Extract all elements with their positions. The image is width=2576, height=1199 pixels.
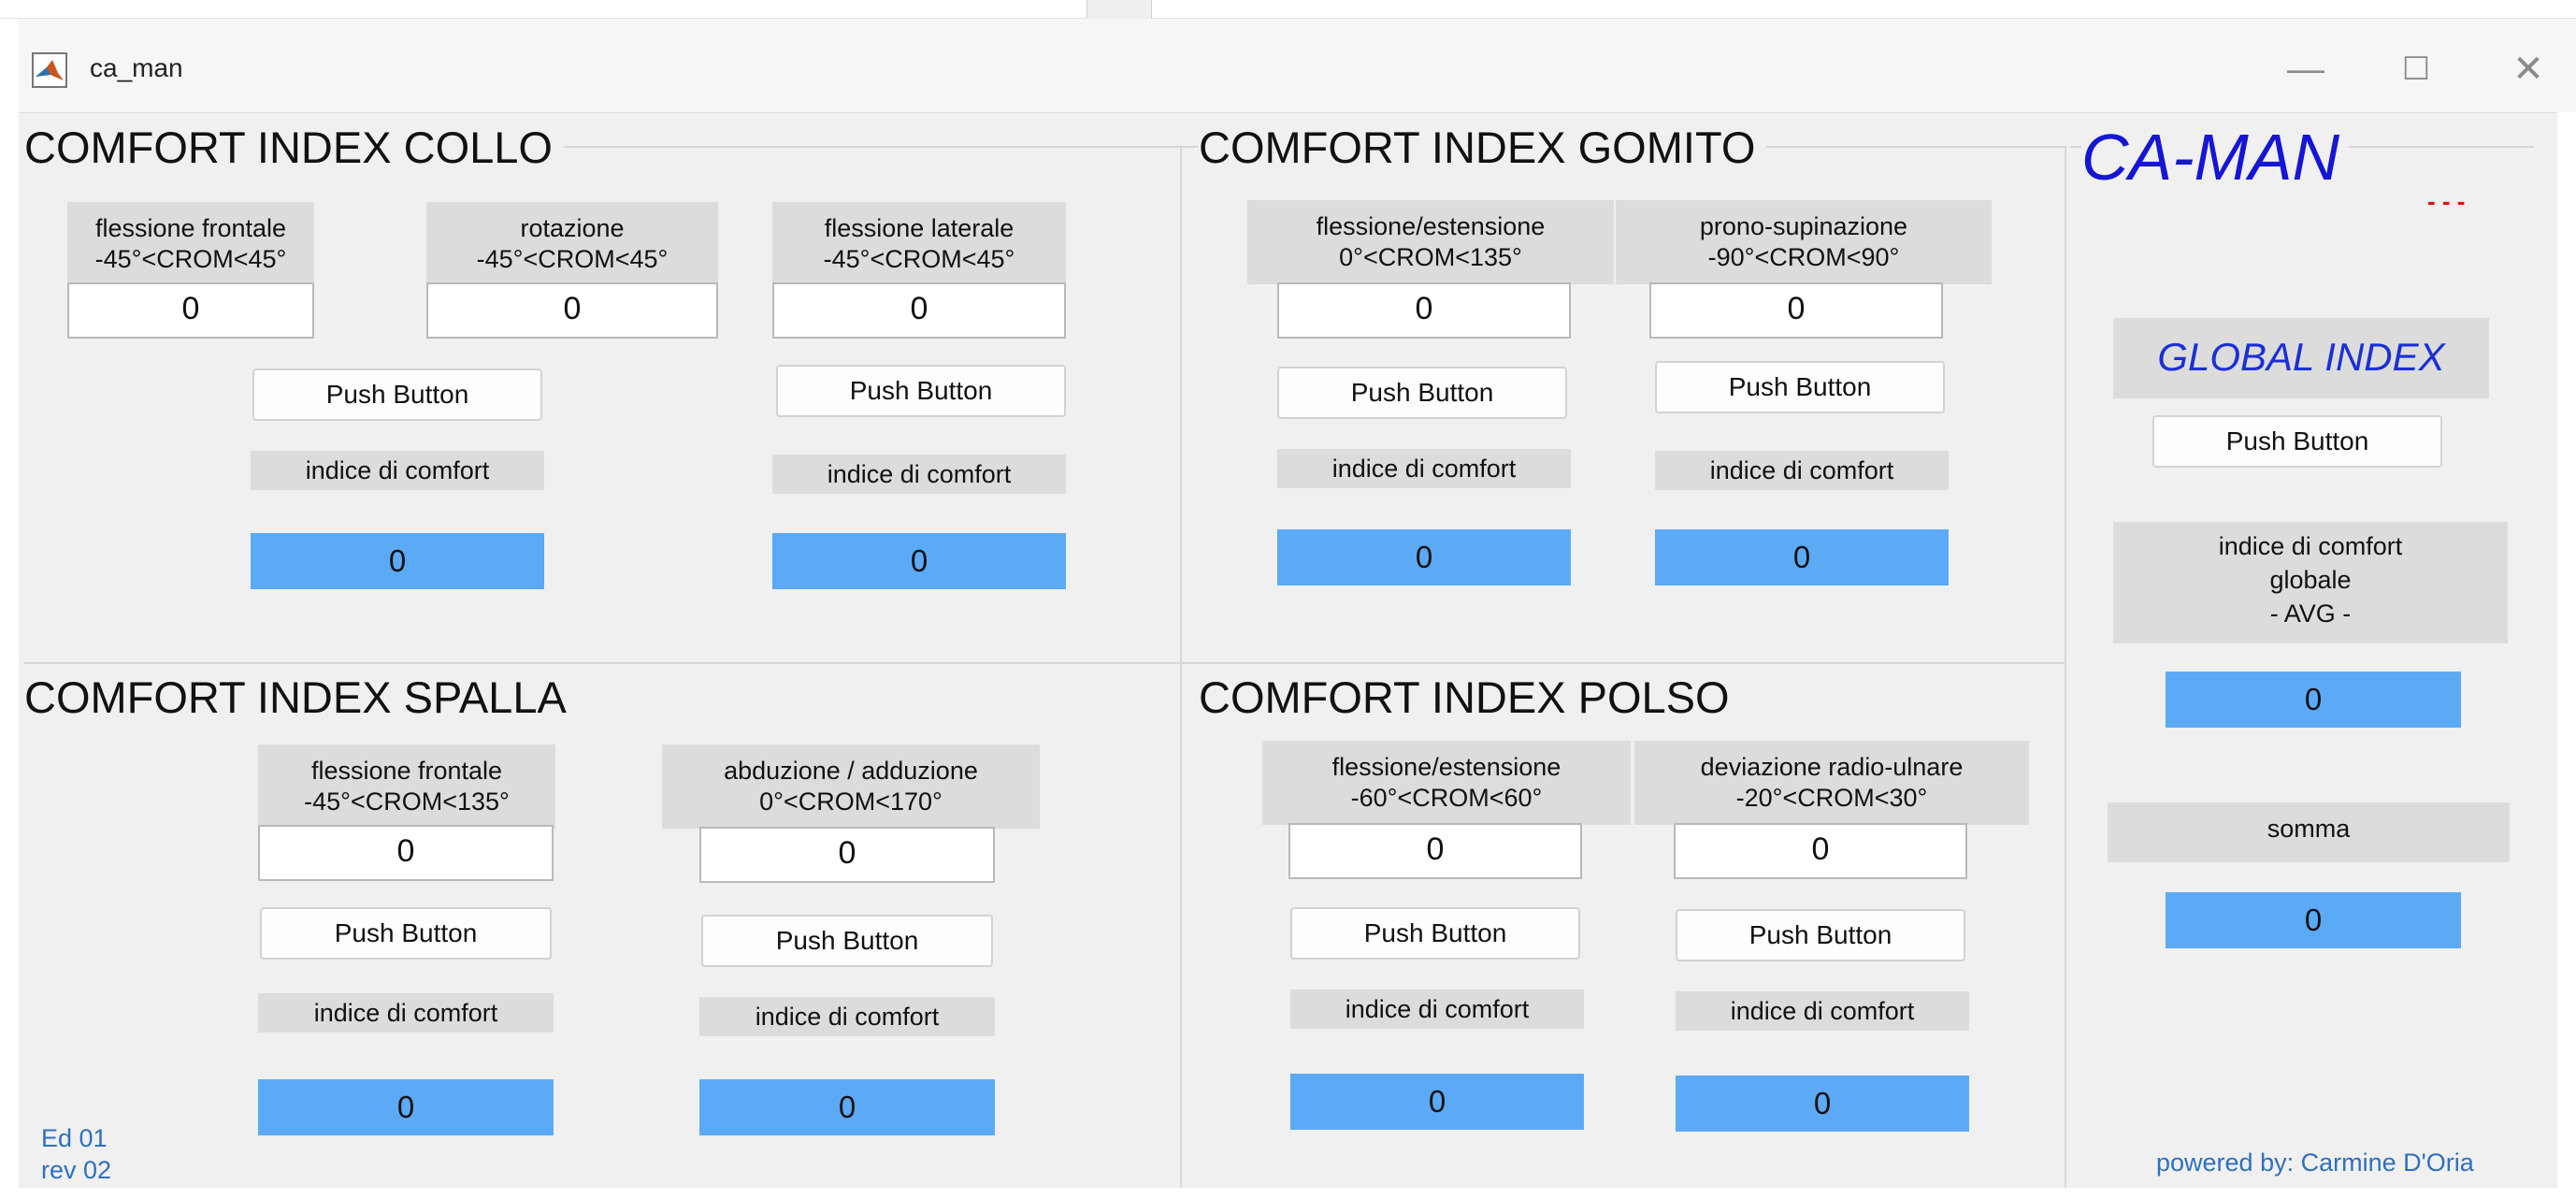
somma-label: somma [2108, 802, 2510, 862]
field-label-line: prono-supinazione [1699, 212, 1908, 240]
field-range: -45°<CROM<45° [94, 245, 287, 273]
gomito-index-value-1: 0 [1277, 529, 1571, 585]
polso-index-value-2: 0 [1676, 1076, 1969, 1132]
field-label-line: abduzione / adduzione [724, 757, 978, 785]
field-range: -45°<CROM<45° [476, 245, 669, 273]
collo-flessione-frontale-input[interactable]: 0 [67, 282, 314, 339]
decorative-mark: - - - [2427, 187, 2466, 215]
panel-divider [1180, 146, 1182, 1188]
field-label-line: flessione/estensione [1316, 212, 1546, 240]
panel-title-spalla: COMFORT INDEX SPALLA [24, 672, 578, 724]
panel-title-collo: COMFORT INDEX COLLO [24, 122, 564, 174]
gomito-compute-button-1[interactable]: Push Button [1277, 367, 1567, 419]
field-range: -45°<CROM<135° [304, 787, 510, 816]
field-label-line: flessione frontale [94, 214, 287, 242]
polso-flessione-input[interactable]: 0 [1288, 823, 1582, 879]
window-title: ca_man [90, 53, 183, 82]
field-label: flessione frontale -45°<CROM<45° [67, 202, 314, 286]
spalla-index-value-2: 0 [699, 1079, 995, 1135]
collo-index-value-1: 0 [251, 533, 544, 589]
field-label: flessione frontale -45°<CROM<135° [258, 744, 555, 829]
avg-label-line: indice di comfort [2218, 532, 2403, 560]
edition-text: Ed 01 [41, 1124, 108, 1152]
index-label: indice di comfort [1655, 451, 1949, 490]
matlab-icon [32, 52, 67, 88]
index-label: indice di comfort [772, 455, 1066, 494]
title-bar [19, 19, 2576, 112]
spalla-abduzione-input[interactable]: 0 [699, 827, 995, 883]
app-heading: CA-MAN [2081, 120, 2350, 195]
field-range: -90°<CROM<90° [1707, 243, 1900, 271]
spalla-index-value-1: 0 [258, 1079, 554, 1135]
global-index-label: GLOBAL INDEX [2113, 318, 2489, 398]
field-label-line: flessione laterale [824, 214, 1015, 242]
collo-compute-button-2[interactable]: Push Button [776, 365, 1066, 417]
index-label: indice di comfort [699, 997, 995, 1036]
field-range: 0°<CROM<170° [759, 787, 943, 816]
field-label-line: flessione/estensione [1331, 753, 1561, 781]
panel-border [24, 662, 1180, 664]
polso-compute-button-2[interactable]: Push Button [1676, 909, 1965, 961]
polso-deviazione-input[interactable]: 0 [1674, 823, 1967, 879]
field-label: flessione/estensione 0°<CROM<135° [1247, 200, 1614, 284]
field-range: 0°<CROM<135° [1339, 243, 1522, 271]
panel-border [1182, 662, 2065, 664]
polso-compute-button-1[interactable]: Push Button [1290, 907, 1580, 960]
panel-title-polso: COMFORT INDEX POLSO [1199, 672, 1741, 724]
field-label: flessione/estensione -60°<CROM<60° [1262, 741, 1631, 825]
field-range: -45°<CROM<45° [823, 245, 1015, 273]
field-label: flessione laterale -45°<CROM<45° [772, 202, 1066, 286]
panel-title-gomito: COMFORT INDEX GOMITO [1199, 122, 1767, 174]
polso-index-value-1: 0 [1290, 1074, 1584, 1130]
panel-divider [2065, 146, 2066, 1188]
field-range: -20°<CROM<30° [1735, 784, 1928, 812]
index-label: indice di comfort [1290, 990, 1584, 1029]
gomito-prono-supinazione-input[interactable]: 0 [1649, 282, 1943, 339]
avg-label-line: - AVG - [2269, 600, 2352, 628]
index-label: indice di comfort [1676, 991, 1969, 1031]
gomito-flessione-input[interactable]: 0 [1277, 282, 1571, 339]
collo-flessione-laterale-input[interactable]: 0 [772, 282, 1066, 339]
collo-rotazione-input[interactable]: 0 [426, 282, 718, 339]
field-label-line: flessione frontale [310, 757, 503, 785]
collo-compute-button-1[interactable]: Push Button [252, 368, 542, 421]
field-label: abduzione / adduzione 0°<CROM<170° [662, 744, 1040, 829]
top-strip [0, 0, 2576, 19]
avg-label-line: globale [2269, 566, 2352, 594]
index-label: indice di comfort [251, 451, 544, 490]
minimize-icon[interactable]: — [2278, 45, 2334, 94]
field-label: rotazione -45°<CROM<45° [426, 202, 718, 286]
spalla-flessione-frontale-input[interactable]: 0 [258, 825, 554, 881]
spalla-compute-button-2[interactable]: Push Button [701, 915, 993, 967]
field-label-line: deviazione radio-ulnare [1700, 753, 1964, 781]
maximize-icon[interactable]: ☐ [2388, 45, 2444, 94]
gomito-index-value-2: 0 [1655, 529, 1949, 585]
revision-text: rev 02 [41, 1156, 112, 1184]
close-icon[interactable]: ✕ [2500, 45, 2556, 94]
field-label-line: rotazione [520, 214, 625, 242]
index-label: indice di comfort [258, 993, 554, 1033]
field-label: prono-supinazione -90°<CROM<90° [1616, 200, 1992, 284]
index-label: indice di comfort [1277, 449, 1571, 488]
field-range: -60°<CROM<60° [1350, 784, 1543, 812]
spalla-compute-button-1[interactable]: Push Button [260, 907, 552, 960]
powered-by-text: powered by: Carmine D'Oria [2156, 1148, 2474, 1177]
global-avg-label: indice di comfort globale - AVG - [2113, 522, 2508, 643]
collo-index-value-2: 0 [772, 533, 1066, 589]
gomito-compute-button-2[interactable]: Push Button [1655, 361, 1945, 413]
somma-value: 0 [2166, 892, 2461, 948]
global-compute-button[interactable]: Push Button [2152, 415, 2442, 468]
field-label: deviazione radio-ulnare -20°<CROM<30° [1634, 741, 2029, 825]
global-avg-value: 0 [2166, 672, 2461, 728]
window-resize-grip[interactable] [1087, 0, 1152, 19]
